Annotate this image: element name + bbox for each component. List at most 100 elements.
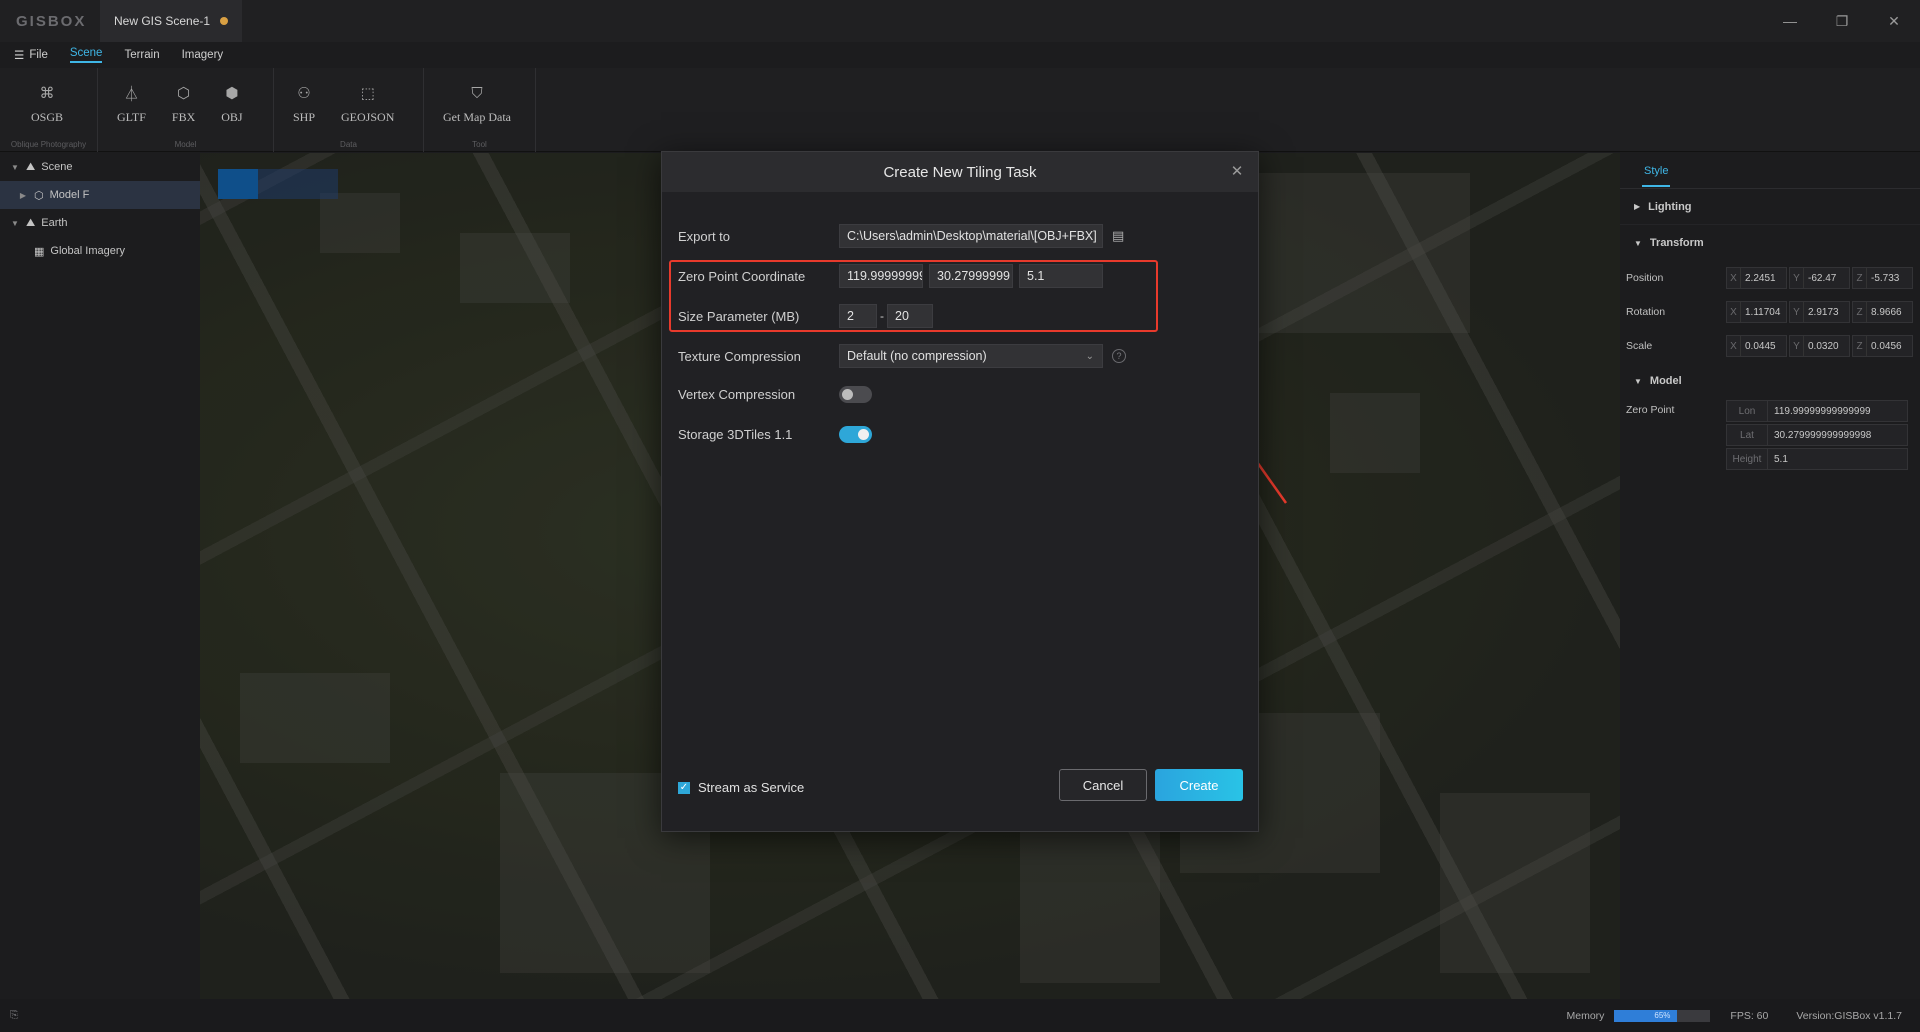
vertex-compression-toggle[interactable]: [839, 386, 872, 403]
shp-button[interactable]: ⚇ SHP: [280, 84, 328, 125]
create-button[interactable]: Create: [1155, 769, 1243, 801]
tree-item-label: Earth: [41, 217, 68, 229]
gltf-label: GLTF: [117, 110, 146, 124]
status-icon: ⎘: [10, 1009, 19, 1021]
texture-compression-select[interactable]: Default (no compression) ⌄: [839, 344, 1103, 368]
dialog-title: Create New Tiling Task: [883, 163, 1037, 181]
export-path-field[interactable]: C:\Users\admin\Desktop\material\[OBJ+FBX…: [839, 224, 1103, 248]
scale-x-field[interactable]: X 0.0445: [1726, 335, 1787, 357]
section-lighting[interactable]: ▶ Lighting: [1620, 189, 1920, 225]
ribbon-group-model: ⏃ GLTF ⬡ FBX ⬢ OBJ Model: [98, 68, 274, 152]
document-tab-label: New GIS Scene-1: [114, 14, 211, 28]
document-tab[interactable]: New GIS Scene-1: [100, 0, 243, 42]
section-transform[interactable]: ▼ Transform: [1620, 225, 1920, 261]
version-label: Version:GISBox v1.1.7: [1796, 1009, 1902, 1022]
tab-scene[interactable]: Scene: [69, 47, 103, 63]
position-z-field[interactable]: Z -5.733: [1852, 267, 1913, 289]
map-data-icon: ⛉: [471, 84, 483, 102]
fps-readout: FPS: 60: [1730, 1009, 1769, 1022]
scene-icon: ⛰: [26, 160, 36, 173]
ribbon-group-oblique: ⌘ OSGB Oblique Photography: [0, 68, 98, 152]
ribbon-group-label: Model: [174, 140, 197, 149]
shp-label: SHP: [293, 110, 316, 124]
tab-style[interactable]: Style: [1642, 155, 1671, 187]
help-icon[interactable]: ?: [1112, 349, 1126, 363]
section-model[interactable]: ▼ Model: [1620, 363, 1920, 399]
fbx-label: FBX: [171, 110, 196, 124]
get-map-data-button[interactable]: ⛉ Get Map Data: [430, 84, 524, 125]
zero-point-label: Zero Point: [1626, 404, 1675, 416]
cancel-button[interactable]: Cancel: [1059, 769, 1147, 801]
collapse-caret-icon[interactable]: ▶: [18, 191, 28, 200]
gltf-button[interactable]: ⏃ GLTF: [104, 84, 159, 125]
expand-caret-icon[interactable]: ▼: [10, 219, 20, 228]
stream-as-service-checkbox[interactable]: ✓ Stream as Service: [678, 780, 804, 795]
scene-tree-panel: ▼ ⛰ Scene ▶ ⬡ Model F ▼ ⛰ Earth ▦ Global…: [0, 153, 200, 999]
lat-key: Lat: [1726, 424, 1768, 446]
obj-icon: ⬢: [225, 84, 239, 102]
close-icon[interactable]: ✕: [1228, 162, 1246, 180]
scale-y-field[interactable]: Y 0.0320: [1789, 335, 1850, 357]
dialog-header: Create New Tiling Task ✕: [662, 152, 1258, 192]
obj-button[interactable]: ⬢ OBJ: [208, 84, 255, 125]
tree-item-scene[interactable]: ▼ ⛰ Scene: [0, 153, 200, 181]
get-map-data-label: Get Map Data: [443, 110, 511, 124]
position-y-field[interactable]: Y -62.47: [1789, 267, 1850, 289]
fbx-icon: ⬡: [177, 84, 191, 102]
fbx-button[interactable]: ⬡ FBX: [159, 84, 208, 125]
height-field[interactable]: 5.1: [1768, 448, 1908, 470]
tree-item-label: Model F: [49, 189, 90, 201]
storage-3dtiles-label: Storage 3DTiles 1.1: [678, 427, 793, 442]
ribbon-group-data: ⚇ SHP ⬚ GEOJSON Data: [274, 68, 424, 152]
geojson-button[interactable]: ⬚ GEOJSON: [328, 84, 407, 125]
storage-3dtiles-toggle[interactable]: [839, 426, 872, 443]
minimize-button[interactable]: —: [1764, 0, 1816, 42]
title-bar: GISBOX New GIS Scene-1 — ❐ ✕: [0, 0, 1920, 42]
tab-terrain[interactable]: Terrain: [124, 49, 159, 61]
expand-caret-icon: ▼: [1634, 376, 1642, 386]
texture-compression-label: Texture Compression: [678, 348, 801, 364]
file-menu-label: File: [29, 49, 48, 61]
height-key: Height: [1726, 448, 1768, 470]
file-menu[interactable]: ☰ File: [14, 48, 48, 62]
zero-point-row: Zero Point Lon 119.99999999999999 Lat 30.2…: [1620, 399, 1920, 471]
ribbon-group-label: Oblique Photography: [10, 140, 87, 149]
rotation-x-field[interactable]: X 1.11704: [1726, 301, 1787, 323]
ribbon-group-label: Data: [340, 140, 357, 149]
osgb-label: OSGB: [31, 110, 64, 124]
rotation-label: Rotation: [1626, 306, 1666, 318]
vertex-compression-row: Vertex Compression: [678, 386, 872, 403]
close-window-button[interactable]: ✕: [1868, 0, 1920, 42]
inspector-panel: Style ▶ Lighting ▼ Transform Position X2…: [1620, 153, 1920, 999]
scale-z-field[interactable]: Z 0.0456: [1852, 335, 1913, 357]
imagery-icon: ▦: [34, 245, 45, 258]
hamburger-icon: ☰: [14, 50, 25, 62]
rotation-y-field[interactable]: Y 2.9173: [1789, 301, 1850, 323]
tree-item-earth[interactable]: ▼ ⛰ Earth: [0, 209, 200, 237]
tab-imagery[interactable]: Imagery: [182, 49, 224, 61]
tree-item-global-imagery[interactable]: ▦ Global Imagery: [0, 237, 200, 265]
rotation-row: Rotation X 1.11704 Y 2.9173 Z 8.9666: [1620, 295, 1920, 329]
tree-item-model[interactable]: ▶ ⬡ Model F: [0, 181, 200, 209]
earth-icon: ⛰: [26, 216, 36, 229]
dialog-footer: ✓ Stream as Service Cancel Create: [662, 769, 1258, 803]
expand-caret-icon[interactable]: ▼: [10, 163, 20, 172]
lon-field[interactable]: 119.99999999999999: [1768, 400, 1908, 422]
osgb-button[interactable]: ⌘ OSGB: [0, 84, 76, 125]
shp-icon: ⚇: [297, 84, 311, 102]
rotation-z-field[interactable]: Z 8.9666: [1852, 301, 1913, 323]
gltf-icon: ⏃: [123, 84, 139, 103]
ribbon-group-label: Tool: [472, 140, 487, 149]
osgb-icon: ⌘: [39, 84, 55, 102]
section-label: Lighting: [1648, 200, 1692, 213]
restore-button[interactable]: ❐: [1816, 0, 1868, 42]
create-tiling-task-dialog: Create New Tiling Task ✕ Export to C:\Us…: [661, 151, 1259, 832]
export-row: Export to C:\Users\admin\Desktop\materia…: [678, 224, 1124, 248]
section-label: Model: [1649, 375, 1682, 387]
expand-caret-icon: ▼: [1634, 238, 1642, 248]
storage-3dtiles-row: Storage 3DTiles 1.1: [678, 426, 872, 443]
lat-field[interactable]: 30.279999999999998: [1768, 424, 1908, 446]
memory-percent: 65%: [1654, 1010, 1671, 1020]
folder-icon[interactable]: ▤: [1112, 228, 1124, 244]
position-x-field[interactable]: X 2.2451: [1726, 267, 1787, 289]
